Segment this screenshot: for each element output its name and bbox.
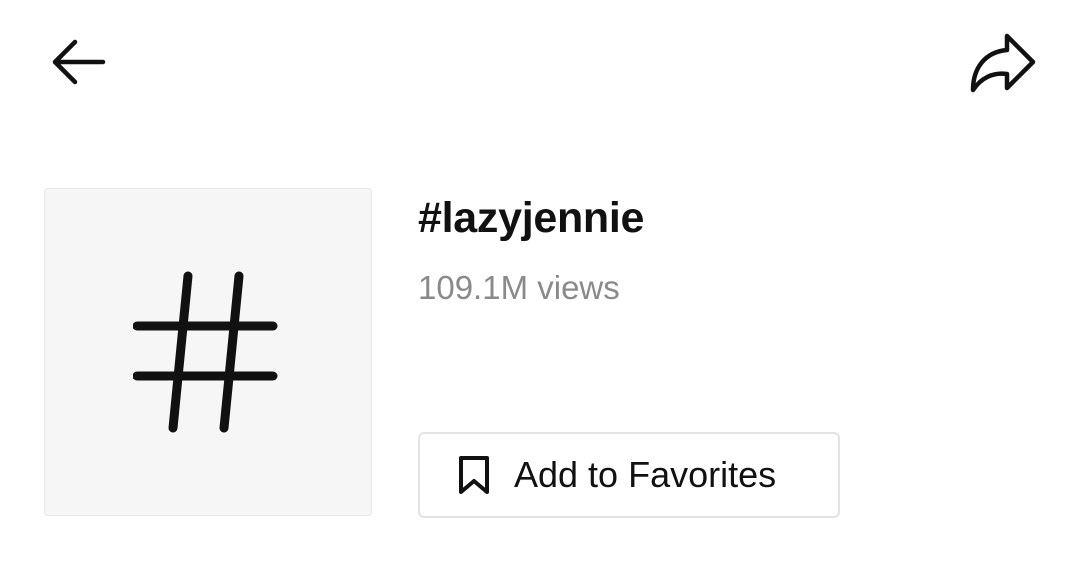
share-arrow-icon: [970, 33, 1036, 93]
hashtag-title: #lazyjennie: [418, 194, 645, 242]
bookmark-icon: [456, 454, 492, 496]
hashtag-page: #lazyjennie 109.1M views Add to Favorite…: [0, 0, 1080, 576]
hashtag-icon: [133, 271, 278, 433]
back-button[interactable]: [40, 30, 116, 94]
add-to-favorites-label: Add to Favorites: [514, 454, 777, 495]
add-to-favorites-button[interactable]: Add to Favorites: [418, 432, 840, 518]
arrow-left-icon: [52, 39, 106, 85]
view-count: 109.1M views: [418, 269, 620, 306]
hashtag-thumbnail: [44, 188, 372, 516]
share-button[interactable]: [960, 26, 1044, 98]
